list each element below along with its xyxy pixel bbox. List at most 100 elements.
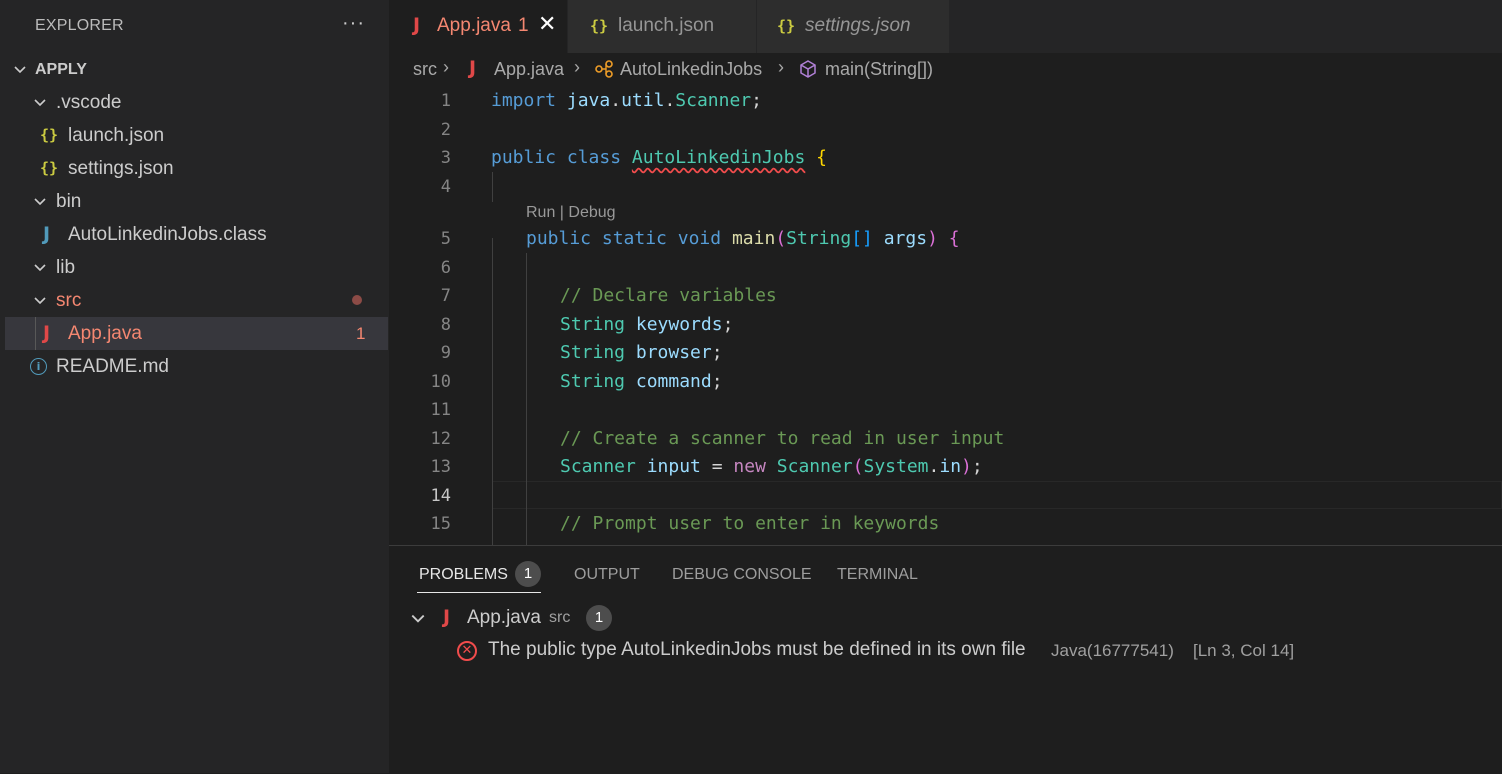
editor-tab-bar: J App.java 1 ✕ {} launch.json {} setting… xyxy=(389,0,1502,53)
tab-output[interactable]: OUTPUT xyxy=(574,566,640,584)
chevron-down-icon xyxy=(13,63,27,77)
breadcrumb: src › J App.java › AutoLinkedinJobs › ma… xyxy=(389,53,1502,87)
code-line-13: Scanner input = new Scanner(System.in); xyxy=(560,456,983,477)
tree-file-app-java[interactable]: J App.java 1 xyxy=(5,317,388,350)
json-file-icon: {} xyxy=(590,17,608,35)
line-number: 5 xyxy=(389,229,451,249)
line-number: 4 xyxy=(389,177,451,197)
code-line-1: import java.util.Scanner; xyxy=(491,90,762,111)
tree-file-settings-json[interactable]: {} settings.json xyxy=(5,152,388,185)
tree-item-label: launch.json xyxy=(68,125,164,147)
tree-item-label: App.java xyxy=(68,323,142,345)
chevron-down-icon xyxy=(33,195,47,209)
info-icon: i xyxy=(30,358,47,375)
code-editor[interactable]: 1 2 3 4 5 6 7 8 9 10 11 12 13 14 15 impo… xyxy=(389,87,1502,545)
run-debug-codelens[interactable]: Run | Debug xyxy=(526,204,616,222)
tree-item-label: AutoLinkedinJobs.class xyxy=(68,224,267,246)
error-squiggle: AutoLinkedinJobs xyxy=(632,147,805,168)
tree-item-label: lib xyxy=(56,257,75,279)
tab-label: settings.json xyxy=(805,15,911,37)
breadcrumb-class[interactable]: AutoLinkedinJobs xyxy=(620,59,762,80)
tree-file-launch-json[interactable]: {} launch.json xyxy=(5,119,388,152)
tree-item-label: README.md xyxy=(56,356,169,378)
breadcrumb-file[interactable]: App.java xyxy=(494,59,564,80)
line-number: 12 xyxy=(389,429,451,449)
indent-guide xyxy=(526,253,527,545)
workspace-name: APPLY xyxy=(35,61,87,79)
problem-file-row[interactable]: J App.java src 1 xyxy=(389,605,1502,635)
chevron-down-icon xyxy=(33,96,47,110)
tab-problem-badge: 1 xyxy=(518,15,529,37)
problems-count-badge: 1 xyxy=(515,561,541,587)
tab-label: launch.json xyxy=(618,15,714,37)
json-file-icon: {} xyxy=(777,17,795,35)
modified-dot-icon xyxy=(352,295,362,305)
line-number-current: 14 xyxy=(389,486,451,506)
bottom-panel: PROBLEMS 1 OUTPUT DEBUG CONSOLE TERMINAL… xyxy=(389,545,1502,774)
chevron-right-icon: › xyxy=(443,57,449,78)
tree-folder-src[interactable]: src xyxy=(5,284,388,317)
code-line-12: // Create a scanner to read in user inpu… xyxy=(560,428,1004,449)
breadcrumb-src[interactable]: src xyxy=(413,59,437,80)
indent-guide xyxy=(492,172,493,202)
line-number: 8 xyxy=(389,315,451,335)
json-file-icon: {} xyxy=(40,159,58,177)
problem-row[interactable]: ✕ The public type AutoLinkedinJobs must … xyxy=(389,637,1502,667)
java-file-icon: J xyxy=(413,14,420,36)
tab-terminal[interactable]: TERMINAL xyxy=(837,566,918,584)
java-file-icon: J xyxy=(43,223,50,245)
line-number: 6 xyxy=(389,258,451,278)
tree-item-label: bin xyxy=(56,191,81,213)
tree-folder-vscode[interactable]: .vscode xyxy=(5,86,388,119)
class-symbol-icon xyxy=(594,59,614,79)
tree-file-class[interactable]: J AutoLinkedinJobs.class xyxy=(5,218,388,251)
code-line-3: public class AutoLinkedinJobs { xyxy=(491,147,827,168)
problem-message: The public type AutoLinkedinJobs must be… xyxy=(488,639,1026,661)
java-file-icon: J xyxy=(43,322,50,344)
java-file-icon: J xyxy=(469,57,476,79)
line-number: 15 xyxy=(389,514,451,534)
problem-count-badge: 1 xyxy=(356,324,365,344)
code-line-15: // Prompt user to enter in keywords xyxy=(560,513,939,534)
line-number: 1 xyxy=(389,91,451,111)
line-number: 10 xyxy=(389,372,451,392)
tab-app-java[interactable]: J App.java 1 ✕ xyxy=(389,0,567,53)
current-line-highlight xyxy=(492,481,1502,509)
chevron-down-icon xyxy=(410,611,426,627)
line-number: 11 xyxy=(389,400,451,420)
line-number: 9 xyxy=(389,343,451,363)
close-icon[interactable]: ✕ xyxy=(538,12,556,37)
tab-problems[interactable]: PROBLEMS xyxy=(419,566,508,584)
line-number: 13 xyxy=(389,457,451,477)
tab-debug-console[interactable]: DEBUG CONSOLE xyxy=(672,566,812,584)
explorer-title: EXPLORER xyxy=(35,17,124,35)
tree-item-label: settings.json xyxy=(68,158,174,180)
tree-item-label: .vscode xyxy=(56,92,121,114)
tree-item-label: src xyxy=(56,290,81,312)
line-number: 7 xyxy=(389,286,451,306)
tree-folder-lib[interactable]: lib xyxy=(5,251,388,284)
chevron-down-icon xyxy=(33,294,47,308)
tree-file-readme[interactable]: i README.md xyxy=(5,350,388,383)
line-number: 3 xyxy=(389,148,451,168)
code-line-7: // Declare variables xyxy=(560,285,777,306)
tab-settings-json[interactable]: {} settings.json xyxy=(757,0,949,53)
code-line-5: public static void main(String[] args) { xyxy=(526,228,960,249)
problem-file-folder: src xyxy=(549,609,570,627)
chevron-right-icon: › xyxy=(574,57,580,78)
problem-file-name: App.java xyxy=(467,607,541,629)
indent-guide xyxy=(492,238,493,545)
tab-launch-json[interactable]: {} launch.json xyxy=(568,0,756,53)
problem-source: Java(16777541) xyxy=(1051,641,1174,661)
line-number: 2 xyxy=(389,120,451,140)
active-tab-underline xyxy=(417,592,541,593)
tree-root-apply[interactable]: APPLY xyxy=(5,53,388,86)
tree-folder-bin[interactable]: bin xyxy=(5,185,388,218)
breadcrumb-method[interactable]: main(String[]) xyxy=(825,59,933,80)
json-file-icon: {} xyxy=(40,126,58,144)
code-line-9: String browser; xyxy=(560,342,723,363)
code-line-10: String command; xyxy=(560,371,723,392)
code-line-8: String keywords; xyxy=(560,314,733,335)
more-actions-icon[interactable]: ··· xyxy=(342,12,365,35)
tab-label: App.java xyxy=(437,15,511,37)
